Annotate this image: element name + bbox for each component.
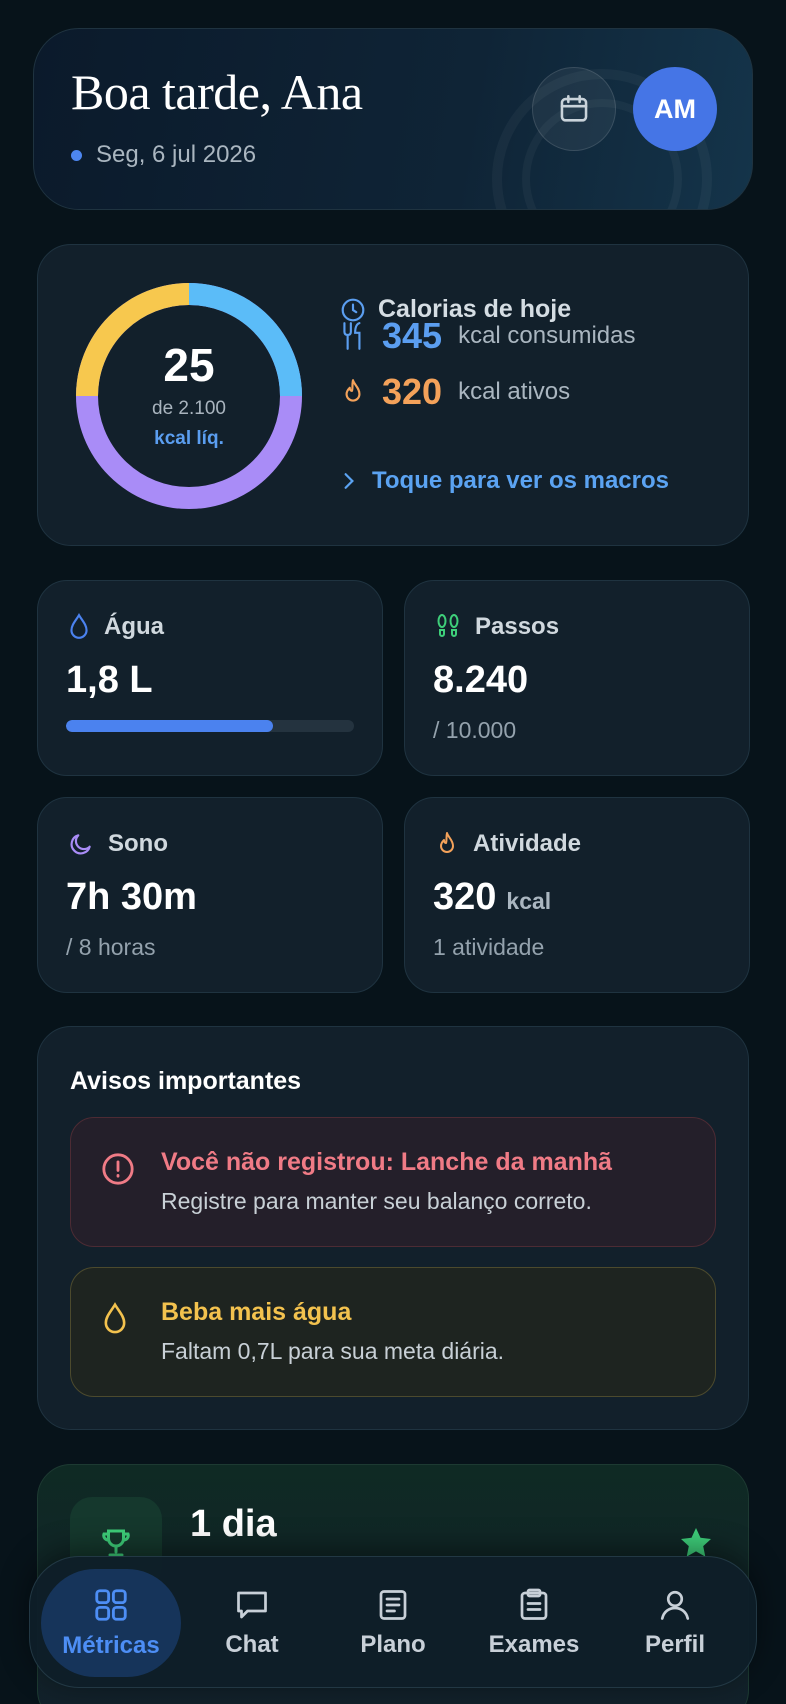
avatar[interactable]: AM (633, 67, 717, 151)
alert-drink-water[interactable]: Beba mais água Faltam 0,7L para sua meta… (70, 1267, 716, 1397)
nav-tab-exames[interactable]: Exames (464, 1569, 604, 1677)
flame-icon (440, 832, 454, 853)
consumed-row: 345 kcal consumidas (340, 315, 636, 357)
sleep-card[interactable]: Sono 7h 30m / 8 horas (37, 797, 383, 993)
sleep-label: Sono (108, 830, 168, 857)
view-macros-label: Toque para ver os macros (372, 467, 669, 494)
nav-tab-label: Métricas (62, 1632, 160, 1659)
clipboard-icon (520, 1588, 548, 1620)
water-progress-fill (66, 720, 274, 732)
steps-goal: / 10.000 (433, 717, 517, 743)
date-dot (71, 149, 82, 161)
greeting-header: Boa tarde, Ana Seg, 6 jul 2026 AM (33, 28, 753, 210)
water-label: Água (104, 613, 164, 640)
calorie-goal-text: de 2.100 (152, 398, 226, 419)
calendar-button[interactable] (532, 67, 616, 151)
consumed-label: kcal consumidas (458, 322, 636, 349)
net-calories-unit: kcal líq. (154, 428, 224, 449)
steps-header: Passos (435, 613, 559, 641)
calendar-icon (560, 94, 588, 122)
alert-drink-water-title: Beba mais água (161, 1298, 352, 1326)
water-value: 1,8 L (66, 659, 153, 701)
activity-value-row: 320 kcal (433, 876, 551, 919)
activity-value: 320 (433, 876, 497, 918)
active-row: 320 kcal ativos (340, 371, 570, 413)
alert-drink-water-text: Faltam 0,7L para sua meta diária. (161, 1338, 505, 1364)
activity-header: Atividade (435, 830, 581, 858)
activity-card[interactable]: Atividade 320 kcal 1 atividade (404, 797, 750, 993)
alert-missing-meal-title: Você não registrou: Lanche da manhã (161, 1148, 613, 1176)
water-card[interactable]: Água 1,8 L (37, 580, 383, 776)
calorie-ring: 25 de 2.100 kcal líq. (74, 281, 304, 511)
steps-value: 8.240 (433, 659, 529, 701)
chat-icon (237, 1591, 267, 1619)
document-icon (379, 1590, 407, 1620)
nav-tab-label: Perfil (644, 1631, 706, 1658)
active-label: kcal ativos (458, 378, 571, 405)
steps-card[interactable]: Passos 8.240 / 10.000 (404, 580, 750, 776)
alert-missing-meal-text: Registre para manter seu balanço correto… (161, 1188, 592, 1214)
alerts-title: Avisos importantes (70, 1067, 302, 1095)
activity-label: Atividade (473, 830, 582, 857)
active-value: 320 (382, 371, 443, 412)
chevron-right-icon (344, 473, 354, 489)
nav-tab-perfil[interactable]: Perfil (605, 1569, 745, 1677)
nav-tab-metricas[interactable]: Métricas (41, 1569, 181, 1677)
water-drop-icon (70, 613, 88, 639)
streak-value: 1 dia (190, 1503, 277, 1545)
nav-tab-plano[interactable]: Plano (323, 1569, 463, 1677)
nav-tab-chat[interactable]: Chat (182, 1569, 322, 1677)
alert-circle-icon (102, 1153, 134, 1185)
activity-unit: kcal (506, 888, 552, 914)
alert-missing-meal[interactable]: Você não registrou: Lanche da manhã Regi… (70, 1117, 716, 1247)
water-progress-bar (66, 720, 354, 732)
steps-label: Passos (475, 613, 560, 640)
sleep-value: 7h 30m (66, 876, 197, 918)
nav-tab-label: Plano (360, 1631, 426, 1658)
calories-card[interactable]: 25 de 2.100 kcal líq. Calorias de hoje 3… (37, 244, 749, 546)
view-macros-link[interactable]: Toque para ver os macros (342, 467, 669, 495)
alerts-card: Avisos importantes Você não registrou: L… (37, 1026, 749, 1430)
bottom-nav: Métricas Chat Plano Exames Perfil (29, 1556, 757, 1688)
sleep-goal: / 8 horas (66, 934, 156, 960)
nav-tab-label: Exames (488, 1631, 580, 1658)
date-label: Seg, 6 jul 2026 (96, 141, 257, 168)
nav-tab-label: Chat (225, 1631, 279, 1658)
user-icon (660, 1590, 690, 1620)
footprints-icon (437, 614, 459, 637)
net-calories-value: 25 (163, 339, 215, 391)
fork-knife-icon (343, 322, 361, 350)
moon-icon (70, 834, 91, 855)
date-row: Seg, 6 jul 2026 (71, 141, 256, 169)
activity-count: 1 atividade (433, 934, 545, 960)
greeting-title: Boa tarde, Ana (71, 64, 363, 120)
water-drop-icon (104, 1302, 126, 1334)
water-header: Água (68, 613, 164, 641)
consumed-value: 345 (382, 315, 443, 356)
flame-icon (345, 379, 361, 402)
sleep-header: Sono (68, 830, 168, 858)
grid-icon (95, 1589, 127, 1621)
